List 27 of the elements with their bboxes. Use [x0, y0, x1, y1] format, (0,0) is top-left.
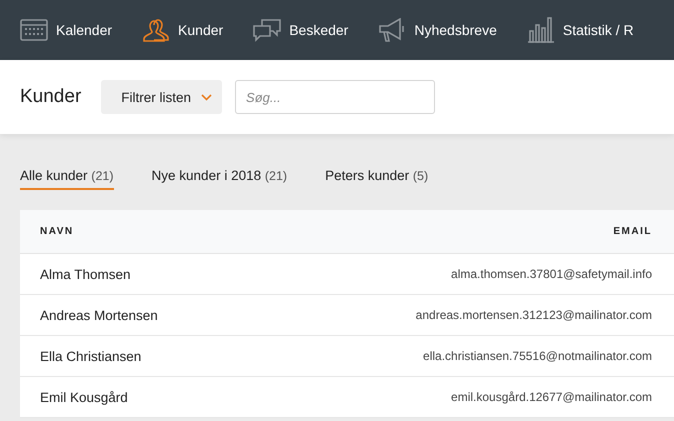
- filter-button[interactable]: Filtrer listen: [101, 80, 222, 114]
- filter-tab[interactable]: Alle kunder (21): [20, 168, 114, 190]
- megaphone-icon: [378, 18, 406, 42]
- people-icon: [142, 18, 170, 42]
- table-cell: ella.christiansen.75516@notmailinator.com: [423, 349, 652, 363]
- bar-chart-icon: [526, 17, 555, 43]
- nav-item[interactable]: Nyhedsbreve: [378, 18, 497, 42]
- table-cell: alma.thomsen.37801@safetymail.info: [451, 267, 652, 281]
- column-header: NAVN: [40, 226, 74, 237]
- table-cell: Alma Thomsen: [40, 266, 131, 282]
- table-cell: andreas.mortensen.312123@mailinator.com: [416, 308, 652, 322]
- filter-tab[interactable]: Nye kunder i 2018 (21): [152, 168, 288, 190]
- calendar-icon: [20, 19, 48, 41]
- nav-item[interactable]: Statistik / R: [526, 17, 634, 43]
- nav-item[interactable]: Kalender: [20, 19, 112, 41]
- page-title: Kunder: [20, 86, 82, 108]
- nav-item[interactable]: Beskeder: [253, 18, 348, 42]
- filter-tab[interactable]: Peters kunder (5): [325, 168, 428, 190]
- nav-item[interactable]: Kunder: [142, 18, 224, 42]
- search-field[interactable]: Søg...: [235, 80, 436, 114]
- chevron-down-icon: [201, 94, 212, 100]
- table-cell: Andreas Mortensen: [40, 308, 158, 322]
- table-cell: emil.kousgård.12677@mailinator.com: [451, 390, 652, 404]
- chat-icon: [253, 18, 282, 42]
- table-cell: Emil Kousgård: [40, 390, 128, 404]
- table-cell: Ella Christiansen: [40, 348, 142, 364]
- column-header: EMAIL: [613, 226, 652, 237]
